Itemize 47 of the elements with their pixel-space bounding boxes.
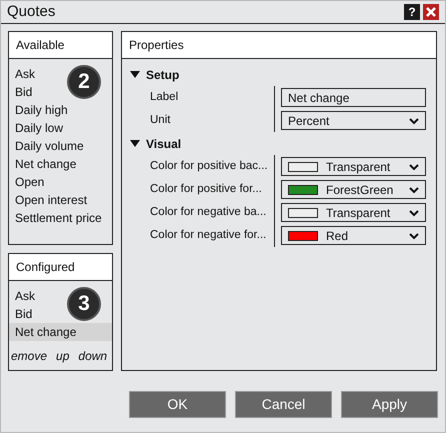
color-dropdown[interactable]: Transparent [281, 157, 426, 176]
close-icon[interactable] [423, 4, 439, 20]
dialog-button[interactable]: OK [129, 391, 226, 418]
list-item[interactable]: Daily volume [9, 137, 86, 155]
group-title[interactable]: Visual [146, 134, 182, 152]
list-item[interactable]: Ask [9, 65, 38, 83]
chevron-down-icon [409, 186, 419, 194]
help-button[interactable]: ? [404, 4, 420, 20]
list-item[interactable]: Net change [9, 323, 112, 342]
dialog-button[interactable]: Apply [341, 391, 438, 418]
dropdown[interactable]: Percent [281, 111, 426, 130]
chevron-down-icon [409, 208, 419, 216]
list-item[interactable]: Bid [9, 83, 34, 101]
expanded-icon[interactable] [130, 140, 140, 147]
dialog-button[interactable]: Cancel [235, 391, 332, 418]
property-label: Label [149, 90, 180, 105]
panel-header: Available [9, 32, 112, 59]
color-dropdown[interactable]: Red [281, 226, 426, 245]
chevron-down-icon [409, 162, 419, 170]
property-label: Color for positive for... [149, 182, 263, 197]
chevron-down-icon [409, 116, 419, 124]
list-item[interactable]: Daily low [9, 119, 66, 137]
number-badge: 2 [67, 65, 101, 99]
window-title: Quotes [7, 2, 56, 22]
property-label: Unit [149, 112, 172, 128]
action-link[interactable]: down [78, 347, 108, 365]
list-item[interactable]: Open interest [9, 191, 90, 209]
list-item[interactable]: Open [9, 173, 46, 191]
text-field[interactable]: Net change [281, 88, 426, 107]
action-link[interactable]: up [56, 347, 70, 365]
group-title[interactable]: Setup [146, 66, 180, 84]
panel-header: Properties [122, 32, 436, 59]
list-item[interactable]: Bid [9, 305, 34, 324]
list-item[interactable]: Settlement price [9, 209, 104, 227]
color-dropdown[interactable]: ForestGreen [281, 180, 426, 199]
panel-header: Configured [9, 254, 112, 282]
action-link[interactable]: emove [11, 347, 48, 365]
property-label: Color for negative ba... [149, 204, 268, 220]
expanded-icon[interactable] [130, 71, 140, 78]
list-item[interactable]: Ask [9, 287, 38, 306]
list-item[interactable]: Net change [9, 155, 78, 173]
list-item[interactable]: Daily high [9, 101, 70, 119]
property-label: Color for positive bac... [149, 158, 269, 174]
number-badge: 3 [67, 287, 101, 322]
color-dropdown[interactable]: Transparent [281, 203, 426, 222]
property-label: Color for negative for... [149, 228, 268, 243]
chevron-down-icon [409, 232, 419, 240]
